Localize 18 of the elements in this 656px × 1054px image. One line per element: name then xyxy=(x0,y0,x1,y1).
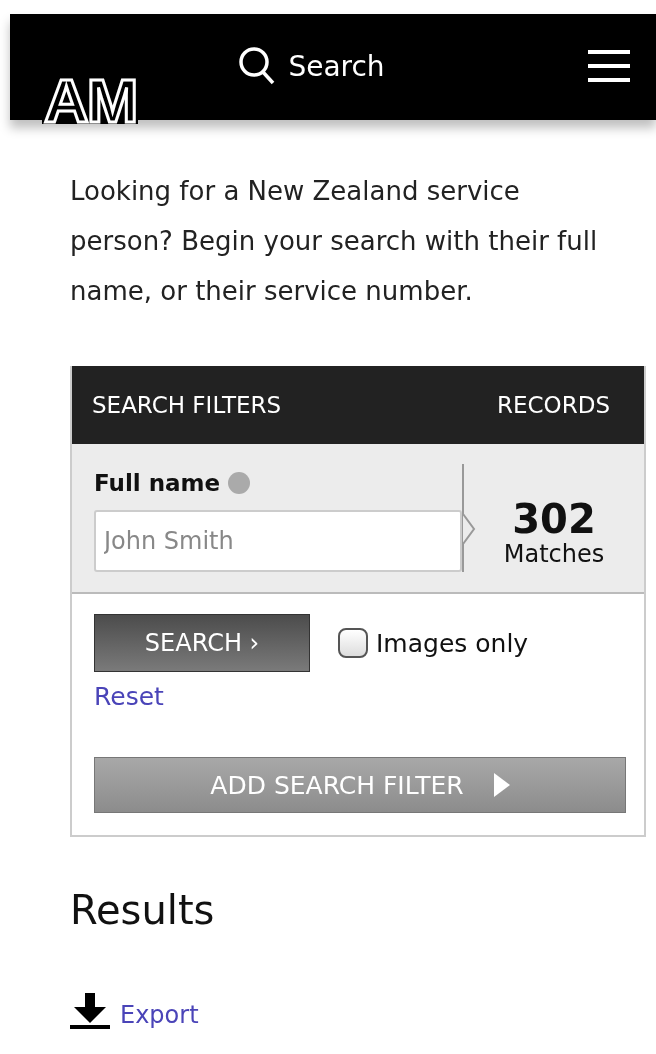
matches-label: Matches xyxy=(503,540,605,568)
site-logo[interactable]: AM xyxy=(42,76,139,124)
export-link[interactable]: Export xyxy=(120,1001,199,1029)
records-label: RECORDS xyxy=(497,392,610,418)
search-submit-button[interactable]: SEARCH › xyxy=(94,614,310,672)
reset-link[interactable]: Reset xyxy=(94,682,164,711)
intro-text: Looking for a New Zealand service person? Begin your search with their full name, or their service number. xyxy=(70,175,599,308)
checkbox-label: Images only xyxy=(376,628,529,658)
search-icon xyxy=(238,46,277,86)
field-label: Full name xyxy=(94,470,221,496)
triangle-icon xyxy=(493,773,510,797)
download-icon[interactable] xyxy=(70,993,110,1029)
images-only-checkbox[interactable] xyxy=(338,628,368,658)
match-count: 302 xyxy=(512,498,596,540)
search-button[interactable]: Search xyxy=(238,46,385,86)
panel-title: SEARCH FILTERS xyxy=(92,392,282,418)
menu-icon[interactable] xyxy=(588,50,630,82)
results-heading: Results xyxy=(70,887,216,933)
